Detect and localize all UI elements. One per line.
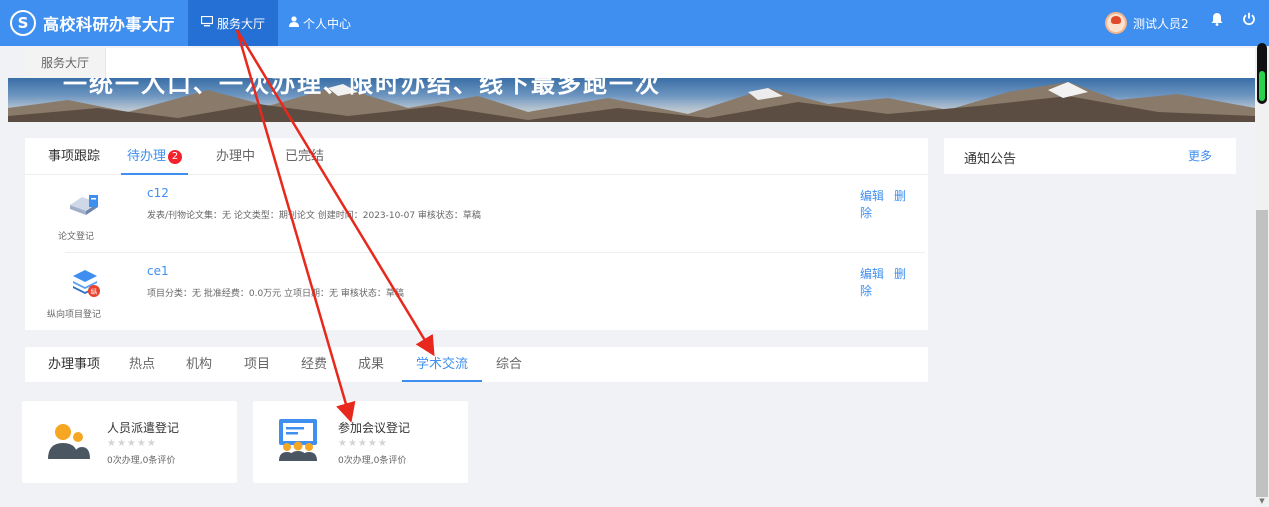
vertical-project-icon: 纵 [60, 266, 110, 303]
edit-button[interactable]: 编辑 [860, 267, 884, 281]
tab-funding[interactable]: 经费 [301, 347, 327, 382]
services-title: 办理事项 [48, 357, 101, 372]
notice-more-link[interactable]: 更多 [1188, 147, 1212, 164]
rating-stars: ★★★★★ [107, 438, 157, 449]
nav-service-hall[interactable]: 服务大厅 [188, 0, 279, 46]
task-actions: 编辑 删除 [860, 265, 928, 299]
meeting-icon [275, 419, 323, 464]
bell-icon[interactable] [1211, 12, 1223, 30]
notice-panel: 通知公告 更多 [944, 138, 1236, 174]
tab-completed[interactable]: 已完结 [285, 138, 324, 175]
task-name-link[interactable]: c12 [147, 186, 169, 200]
tab-pending[interactable]: 待办理 2 [121, 138, 189, 175]
nav-label: 服务大厅 [217, 16, 266, 31]
task-name-link[interactable]: ce1 [147, 264, 169, 278]
pending-count-badge: 2 [168, 150, 183, 164]
tab-hot[interactable]: 热点 [129, 347, 155, 382]
tab-academic-exchange[interactable]: 学术交流 [402, 347, 483, 382]
services-tabs: 办理事项 热点 机构 项目 经费 成果 学术交流 综合 [25, 347, 928, 382]
rating-stars: ★★★★★ [338, 438, 388, 449]
tab-service-hall[interactable]: 服务大厅 [25, 48, 107, 78]
banner-slogan: 一统一入口、一次办理、限时办结、线下最多跑一次 [63, 78, 661, 98]
paper-register-icon [60, 191, 110, 220]
nav-label: 个人中心 [303, 16, 352, 31]
scroll-down-arrow[interactable]: ▼ [1256, 497, 1268, 507]
task-type-label: 纵向项目登记 [47, 310, 102, 320]
notice-title: 通知公告 [964, 152, 1017, 167]
service-card-personnel-dispatch[interactable]: 人员派遣登记 ★★★★★ 0次办理,0条评价 [22, 401, 237, 483]
task-meta: 发表/刊物论文集：无 论文类型：期刊论文 创建时间：2023-10-07 审核状… [147, 211, 481, 221]
scrollbar-thumb[interactable] [1256, 210, 1268, 497]
tab-in-progress[interactable]: 办理中 [216, 138, 255, 175]
app-logo[interactable]: S 高校科研办事大厅 [10, 9, 175, 37]
task-row: 论文登记 c12 发表/刊物论文集：无 论文类型：期刊论文 创建时间：2023-… [25, 175, 928, 253]
tab-bar: 服务大厅 [25, 48, 1255, 78]
logo-icon: S [10, 10, 36, 36]
people-icon [46, 423, 92, 462]
user-name: 测试人员2 [1133, 16, 1189, 31]
task-row: 纵 纵向项目登记 ce1 项目分类：无 批准经费：0.0万元 立项日期：无 审核… [25, 253, 928, 330]
card-stats: 0次办理,0条评价 [338, 456, 407, 466]
avatar [1105, 12, 1127, 34]
task-actions: 编辑 删除 [860, 187, 928, 221]
card-title: 参加会议登记 [338, 421, 411, 435]
floating-indicator [1257, 43, 1267, 104]
service-card-conference[interactable]: 参加会议登记 ★★★★★ 0次办理,0条评价 [253, 401, 468, 483]
svg-text:纵: 纵 [91, 288, 98, 296]
tracking-title: 事项跟踪 [48, 149, 101, 164]
tab-achievement[interactable]: 成果 [358, 347, 384, 382]
card-title: 人员派遣登记 [107, 421, 180, 435]
task-meta: 项目分类：无 批准经费：0.0万元 立项日期：无 审核状态：草稿 [147, 289, 404, 299]
tracking-tabs: 事项跟踪 待办理 2 办理中 已完结 [25, 138, 928, 175]
tracking-panel: 事项跟踪 待办理 2 办理中 已完结 论文登记 c12 发表/刊物论文集：无 论文… [25, 138, 928, 330]
task-type-label: 论文登记 [58, 232, 95, 242]
services-panel: 办理事项 热点 机构 项目 经费 成果 学术交流 综合 [25, 347, 928, 382]
tab-label: 待办理 [127, 149, 167, 164]
monitor-icon [200, 15, 214, 30]
edit-button[interactable]: 编辑 [860, 189, 884, 203]
hero-banner: 一统一入口、一次办理、限时办结、线下最多跑一次 [8, 78, 1255, 122]
top-bar: S 高校科研办事大厅 服务大厅 个人中心 测试人员2 [0, 0, 1269, 46]
user-icon [289, 16, 299, 30]
tab-project[interactable]: 项目 [244, 347, 270, 382]
tab-comprehensive[interactable]: 综合 [496, 347, 522, 382]
tab-institution[interactable]: 机构 [186, 347, 212, 382]
card-stats: 0次办理,0条评价 [107, 456, 176, 466]
nav-personal-center[interactable]: 个人中心 [276, 0, 364, 46]
user-menu[interactable]: 测试人员2 [1105, 11, 1189, 35]
app-title: 高校科研办事大厅 [43, 15, 176, 34]
power-icon[interactable] [1242, 12, 1256, 30]
